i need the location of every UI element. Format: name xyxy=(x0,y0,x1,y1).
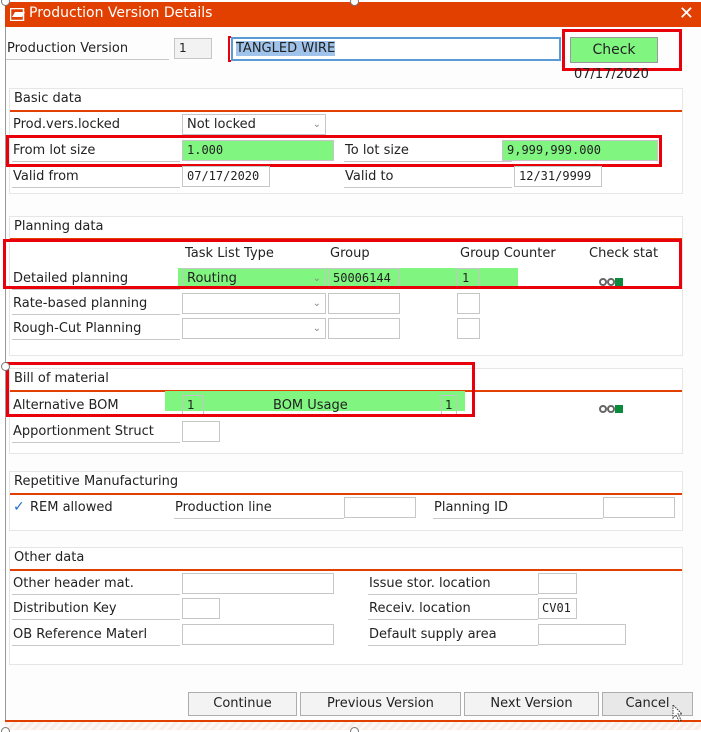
planning-id-field[interactable] xyxy=(603,497,675,518)
description-field[interactable]: TANGLED WIRE xyxy=(231,37,561,61)
basic-data-title: Basic data xyxy=(14,91,82,106)
valid-from-label: Valid from xyxy=(12,166,180,188)
prod-vers-locked-value: Not locked xyxy=(187,117,256,132)
resize-handle[interactable] xyxy=(350,727,359,732)
distribution-key-label: Distribution Key xyxy=(12,598,180,620)
rem-allowed-checkbox[interactable]: ✓ xyxy=(13,500,26,514)
previous-version-button[interactable]: Previous Version xyxy=(300,692,461,716)
issue-stor-location-field[interactable] xyxy=(538,573,577,594)
other-header-mat-label: Other header mat. xyxy=(12,573,180,595)
check-date: 07/17/2020 xyxy=(574,67,649,82)
column-task-list-type: Task List Type xyxy=(185,246,274,261)
bom-usage-field[interactable]: 1 xyxy=(441,395,457,416)
production-version-field[interactable]: 1 xyxy=(174,38,212,59)
dialog-title: Production Version Details xyxy=(29,5,213,21)
rem-allowed-label: REM allowed xyxy=(30,500,113,515)
resize-handle[interactable] xyxy=(1,727,10,732)
close-icon[interactable]: ✕ xyxy=(679,3,694,24)
repetitive-manufacturing-title: Repetitive Manufacturing xyxy=(14,474,179,489)
other-data-title: Other data xyxy=(14,550,85,565)
planning-id-label: Planning ID xyxy=(433,497,603,519)
detailed-planning-label: Detailed planning xyxy=(12,268,180,290)
valid-to-label: Valid to xyxy=(344,166,512,188)
chevron-down-icon: ⌄ xyxy=(312,298,321,309)
other-header-mat-field[interactable] xyxy=(182,573,334,594)
divider xyxy=(10,238,682,240)
rough-cut-planning-label: Rough-Cut Planning xyxy=(12,318,180,340)
detailed-planning-group-field[interactable]: 50006144 xyxy=(328,268,400,289)
rate-based-task-list-select[interactable]: ⌄ xyxy=(182,293,326,314)
chevron-down-icon: ⌄ xyxy=(312,119,321,130)
receiv-location-label: Receiv. location xyxy=(368,598,538,620)
prod-vers-locked-label: Prod.vers.locked xyxy=(12,114,180,136)
continue-button[interactable]: Continue xyxy=(188,692,297,716)
production-line-label: Production line xyxy=(174,497,344,519)
divider xyxy=(10,569,682,571)
chevron-down-icon: ⌄ xyxy=(312,273,321,284)
rough-cut-task-list-select[interactable]: ⌄ xyxy=(182,318,326,339)
alternative-bom-label: Alternative BOM xyxy=(12,395,180,417)
valid-to-field[interactable]: 12/31/9999 xyxy=(514,166,602,187)
apportionment-struct-field[interactable] xyxy=(182,421,220,442)
description-value: TANGLED WIRE xyxy=(236,41,336,56)
bom-status-icon xyxy=(599,401,629,413)
mouse-cursor-icon xyxy=(672,704,684,722)
dialog-icon xyxy=(10,8,25,21)
detailed-planning-task-list-value: Routing xyxy=(187,271,237,286)
default-supply-area-field[interactable] xyxy=(538,624,626,645)
to-lot-size-field[interactable]: 9,999,999.000 xyxy=(502,140,658,161)
rate-based-group-counter-field[interactable] xyxy=(457,293,480,314)
to-lot-size-label: To lot size xyxy=(344,140,512,162)
detailed-planning-task-list-select[interactable]: Routing ⌄ xyxy=(182,268,326,289)
detailed-planning-status-icon xyxy=(599,274,629,286)
alternative-bom-field[interactable]: 1 xyxy=(182,395,204,416)
bom-title: Bill of material xyxy=(14,371,109,386)
bom-usage-label: BOM Usage xyxy=(273,398,348,413)
divider xyxy=(10,493,682,495)
column-group: Group xyxy=(330,246,370,261)
from-lot-size-field[interactable]: 1.000 xyxy=(182,140,334,161)
column-group-counter: Group Counter xyxy=(460,246,556,261)
rough-cut-group-field[interactable] xyxy=(328,318,400,339)
next-version-button[interactable]: Next Version xyxy=(464,692,599,716)
rate-based-group-field[interactable] xyxy=(328,293,400,314)
planning-data-title: Planning data xyxy=(14,219,104,234)
ob-reference-materl-label: OB Reference Materl xyxy=(12,624,180,646)
distribution-key-field[interactable] xyxy=(182,598,220,619)
resize-handle[interactable] xyxy=(1,362,10,371)
detailed-planning-group-counter-field[interactable]: 1 xyxy=(457,268,480,289)
check-button[interactable]: Check xyxy=(570,37,658,63)
column-check-stat: Check stat xyxy=(589,246,659,261)
production-version-label: Production Version xyxy=(6,38,169,60)
apportionment-struct-label: Apportionment Struct xyxy=(12,421,180,443)
default-supply-area-label: Default supply area xyxy=(368,624,538,646)
rough-cut-group-counter-field[interactable] xyxy=(457,318,480,339)
chevron-down-icon: ⌄ xyxy=(312,323,321,334)
rate-based-planning-label: Rate-based planning xyxy=(12,293,180,315)
ob-reference-materl-field[interactable] xyxy=(182,624,334,645)
valid-from-field[interactable]: 07/17/2020 xyxy=(182,166,270,187)
prod-vers-locked-select[interactable]: Not locked ⌄ xyxy=(182,114,326,135)
divider xyxy=(10,110,682,112)
production-line-field[interactable] xyxy=(344,497,416,518)
receiv-location-field[interactable]: CV01 xyxy=(538,598,577,619)
from-lot-size-label: From lot size xyxy=(12,140,180,162)
issue-stor-location-label: Issue stor. location xyxy=(368,573,538,595)
